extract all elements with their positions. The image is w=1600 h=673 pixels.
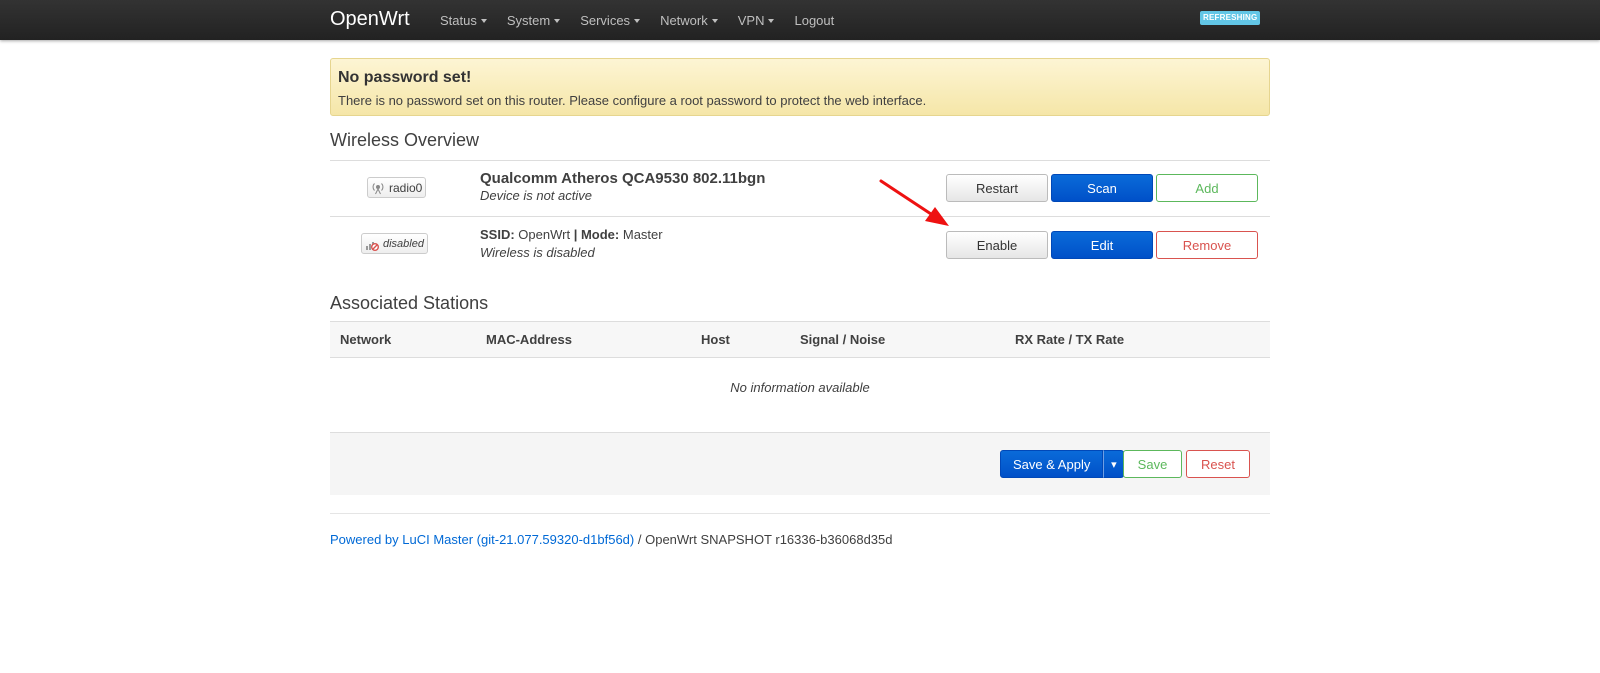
chevron-down-icon	[554, 18, 561, 23]
network-ssid-mode: SSID: OpenWrt | Mode: Master	[480, 227, 663, 243]
wireless-overview-table: radio0 Qualcomm Atheros QCA9530 802.11bg…	[330, 160, 1270, 273]
menu-system[interactable]: System	[506, 12, 561, 28]
alert-message: There is no password set on this router.…	[338, 93, 927, 108]
main-content: No password set! There is no password se…	[330, 58, 1270, 547]
chevron-down-icon	[480, 18, 487, 23]
ssid-label: SSID:	[480, 227, 515, 242]
menu-status-label: Status	[440, 12, 477, 28]
brand-logo[interactable]: OpenWrt	[330, 9, 410, 29]
luci-version-link[interactable]: Powered by LuCI Master (git-21.077.59320…	[330, 532, 634, 547]
column-rx-tx-rate: RX Rate / TX Rate	[1015, 332, 1125, 347]
edit-button[interactable]: Edit	[1051, 231, 1153, 259]
chevron-down-icon	[634, 18, 641, 23]
save-apply-dropdown-toggle[interactable]: ▾	[1103, 450, 1125, 478]
wireless-overview-title: Wireless Overview	[330, 130, 480, 150]
radio0-badge: radio0	[367, 177, 427, 198]
disabled-badge-label: disabled	[383, 237, 424, 250]
restart-button[interactable]: Restart	[946, 174, 1048, 202]
enable-button[interactable]: Enable	[946, 231, 1048, 259]
table-header: Network MAC-Address Host Signal / Noise …	[330, 321, 1270, 358]
column-mac-address: MAC-Address	[486, 332, 572, 347]
associated-stations-title: Associated Stations	[330, 293, 489, 313]
chevron-down-icon	[768, 18, 775, 23]
ssid-value: OpenWrt	[518, 227, 571, 242]
network-info: SSID: OpenWrt | Mode: Master Wireless is…	[480, 227, 663, 261]
menu-system-label: System	[506, 12, 551, 28]
top-navbar: OpenWrt Status System Services Network V…	[0, 0, 1600, 40]
save-apply-button[interactable]: Save & Apply	[1000, 450, 1104, 478]
menu-vpn-label: VPN	[737, 12, 765, 28]
footer-divider	[330, 513, 1270, 514]
form-actions-bar: Save & Apply ▾ Save Reset	[330, 432, 1270, 495]
radio-row: radio0 Qualcomm Atheros QCA9530 802.11bg…	[330, 161, 1270, 217]
chevron-down-icon	[711, 18, 718, 23]
mode-label: Mode:	[580, 227, 620, 242]
menu-services[interactable]: Services	[580, 12, 641, 28]
menu-logout-label: Logout	[794, 12, 835, 28]
menu-network[interactable]: Network	[660, 13, 718, 28]
remove-button[interactable]: Remove	[1156, 231, 1258, 259]
radio-status: Device is not active	[480, 188, 592, 203]
signal-disabled-icon	[366, 241, 379, 251]
network-status: Wireless is disabled	[480, 245, 595, 260]
footer: Powered by LuCI Master (git-21.077.59320…	[330, 532, 893, 547]
refreshing-badge[interactable]: REFRESHING	[1200, 11, 1261, 25]
save-button[interactable]: Save	[1123, 450, 1182, 478]
menu-logout[interactable]: Logout	[794, 13, 834, 28]
menu-services-label: Services	[580, 12, 631, 28]
column-host: Host	[701, 332, 730, 347]
column-signal-noise: Signal / Noise	[800, 332, 886, 347]
save-apply-split-button: Save & Apply ▾	[1000, 450, 1125, 478]
radio-info: Qualcomm Atheros QCA9530 802.11bgn Devic…	[480, 170, 765, 204]
navbar-container: OpenWrt Status System Services Network V…	[330, 0, 1270, 40]
column-network: Network	[340, 332, 392, 347]
wifi-antenna-icon	[372, 182, 384, 194]
password-alert: No password set! There is no password se…	[330, 58, 1270, 116]
radio0-badge-label: radio0	[389, 180, 423, 195]
menu-vpn[interactable]: VPN	[738, 13, 775, 28]
scan-button[interactable]: Scan	[1051, 174, 1153, 202]
table-empty-message: No information available	[730, 380, 870, 395]
main-menu: Status System Services Network VPN Logou…	[440, 0, 854, 40]
associated-stations-table: Network MAC-Address Host Signal / Noise …	[330, 321, 1270, 416]
radio-name: Qualcomm Atheros QCA9530 802.11bgn	[480, 170, 766, 187]
openwrt-version-text: / OpenWrt SNAPSHOT r16336-b36068d35d	[637, 532, 893, 547]
menu-network-label: Network	[660, 12, 708, 28]
alert-title: No password set!	[338, 69, 472, 86]
add-button[interactable]: Add	[1156, 174, 1258, 202]
mode-value: Master	[622, 227, 663, 242]
reset-button[interactable]: Reset	[1186, 450, 1250, 478]
ssid-mode-separator: |	[573, 227, 578, 242]
menu-status[interactable]: Status	[440, 13, 487, 28]
network-row: disabled SSID: OpenWrt | Mode: Master Wi…	[330, 217, 1270, 273]
disabled-network-badge: disabled	[361, 233, 428, 254]
